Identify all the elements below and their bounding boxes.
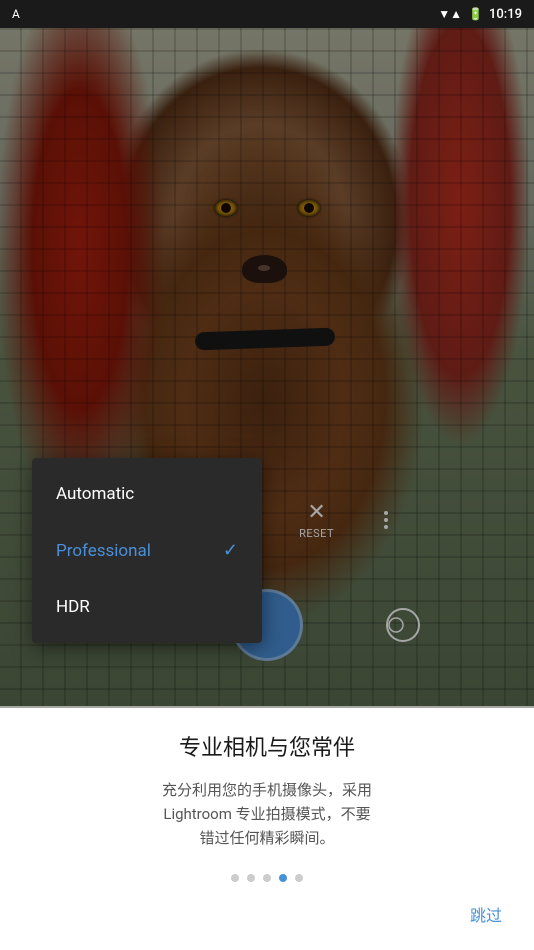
reset-label: RESET bbox=[299, 527, 334, 540]
close-icon[interactable]: ✕ bbox=[307, 500, 325, 525]
reset-control[interactable]: ✕ RESET bbox=[299, 500, 334, 540]
battery-icon: 🔋 bbox=[468, 7, 483, 21]
page-dot-4 bbox=[279, 874, 287, 882]
automatic-label: Automatic bbox=[56, 484, 134, 504]
dog-eye-right bbox=[298, 200, 320, 216]
hdr-toggle-button[interactable] bbox=[383, 605, 423, 645]
status-bar-right: ▼▲ 🔋 10:19 bbox=[438, 7, 522, 22]
mode-dropdown-menu: Automatic Professional ✓ HDR bbox=[32, 458, 262, 643]
signal-icon: ▼▲ bbox=[438, 7, 462, 21]
page-dot-3 bbox=[263, 874, 271, 882]
menu-item-automatic[interactable]: Automatic bbox=[32, 466, 262, 522]
clock: 10:19 bbox=[489, 7, 522, 22]
bottom-panel: 专业相机与您常伴 充分利用您的手机摄像头，采用Lightroom 专业拍摄模式，… bbox=[0, 706, 534, 950]
dot1 bbox=[384, 511, 388, 515]
status-bar-left: A bbox=[12, 7, 20, 21]
promo-title: 专业相机与您常伴 bbox=[179, 730, 355, 762]
check-icon: ✓ bbox=[223, 540, 238, 561]
status-bar: A ▼▲ 🔋 10:19 bbox=[0, 0, 534, 28]
app-icon: A bbox=[12, 7, 20, 21]
page-dot-5 bbox=[295, 874, 303, 882]
promo-description: 充分利用您的手机摄像头，采用Lightroom 专业拍摄模式，不要错过任何精彩瞬… bbox=[162, 778, 372, 850]
dot3 bbox=[384, 525, 388, 529]
page-dot-1 bbox=[231, 874, 239, 882]
page-dots-indicator bbox=[231, 874, 303, 882]
dot2 bbox=[384, 518, 388, 522]
menu-item-professional[interactable]: Professional ✓ bbox=[32, 522, 262, 579]
camera-viewfinder: WB AWB AUTO ✕ RESET bbox=[0, 0, 534, 710]
menu-item-hdr[interactable]: HDR bbox=[32, 579, 262, 635]
dog-eye-left bbox=[215, 200, 237, 216]
page-dot-2 bbox=[247, 874, 255, 882]
more-options-button[interactable] bbox=[384, 511, 388, 529]
skip-button[interactable]: 跳过 bbox=[470, 902, 502, 926]
dog-nose bbox=[242, 255, 287, 283]
hdr-label: HDR bbox=[56, 597, 90, 617]
professional-label: Professional bbox=[56, 541, 151, 561]
